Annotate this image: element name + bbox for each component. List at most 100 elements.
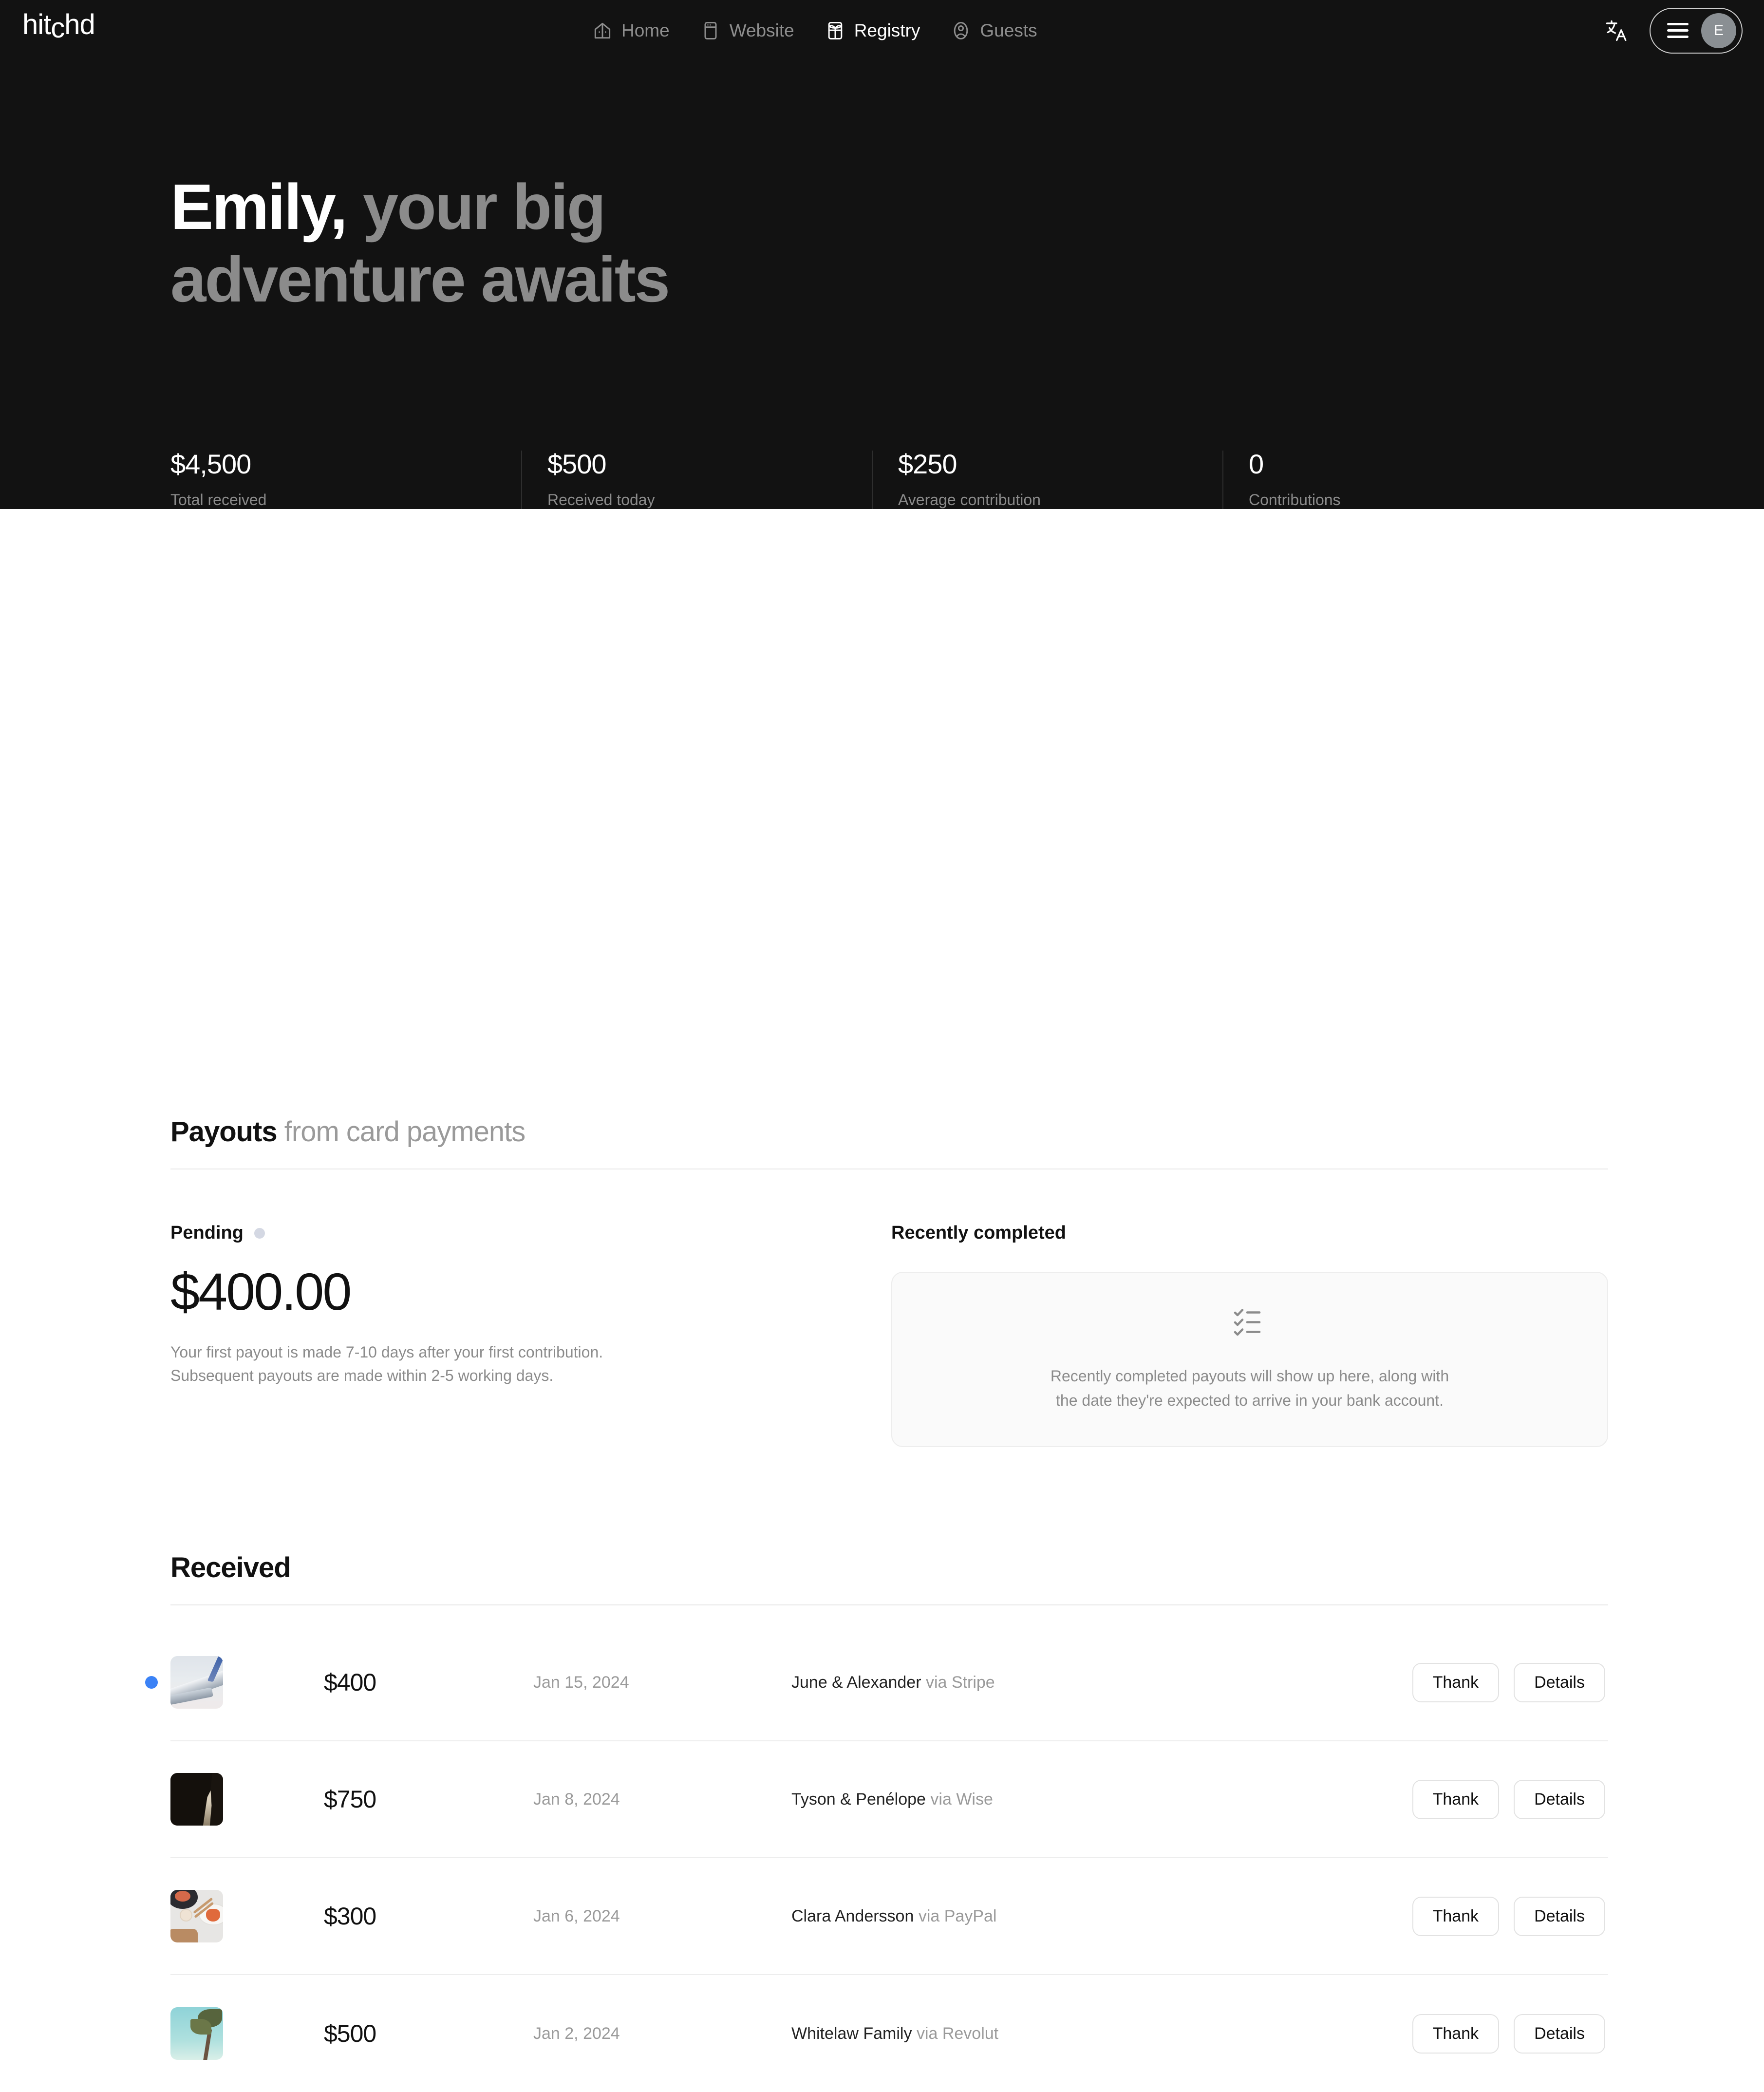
- palm-beach-photo: [170, 2007, 223, 2060]
- airplane-wing-photo: [170, 1656, 223, 1709]
- contributor-name: Whitelaw Family: [791, 2024, 912, 2043]
- thank-button[interactable]: Thank: [1412, 2014, 1500, 2054]
- stat-average-contribution: $250 Average contribution: [872, 451, 1222, 509]
- pending-note: Your first payout is made 7-10 days afte…: [170, 1340, 745, 1387]
- empty-text-line2: the date they're expected to arrive in y…: [1056, 1392, 1444, 1409]
- nav-label-website: Website: [729, 20, 794, 40]
- row-contributor: Tyson & Penélope via Wise: [791, 1790, 1412, 1809]
- account-menu-button[interactable]: E: [1650, 7, 1743, 54]
- stat-total-received: $4,500 Total received: [170, 451, 521, 509]
- hamburger-icon: [1667, 23, 1689, 38]
- top-header: hit c hd Home Website Registry Guests E: [0, 0, 1764, 61]
- browser-window-icon: [700, 20, 721, 41]
- payouts-title-muted: from card payments: [284, 1116, 526, 1148]
- thank-button[interactable]: Thank: [1412, 1779, 1500, 1819]
- contributor-method: via PayPal: [918, 1906, 997, 1925]
- contributor-method: via Stripe: [925, 1673, 995, 1692]
- status-badge: [254, 1227, 265, 1239]
- payouts-title-strong: Payouts: [170, 1116, 278, 1148]
- row-date: Jan 6, 2024: [533, 1906, 620, 1925]
- completed-payout-column: Recently completed Recently completed pa…: [891, 1223, 1608, 1447]
- hero-greeting-name: Emily,: [170, 171, 348, 243]
- row-date: Jan 2, 2024: [533, 2024, 620, 2043]
- hero-section: Emily, your big adventure awaits $4,500 …: [0, 61, 1764, 509]
- nav-item-home[interactable]: Home: [592, 20, 670, 41]
- table-row[interactable]: $750 Jan 8, 2024 Tyson & Penélope via Wi…: [170, 1741, 1608, 1858]
- contributor-method: via Revolut: [916, 2024, 999, 2043]
- row-contributor: Whitelaw Family via Revolut: [791, 2024, 1412, 2043]
- contributor-name: Tyson & Penélope: [791, 1790, 926, 1809]
- nav-label-home: Home: [621, 20, 670, 40]
- stat-label: Received today: [547, 491, 655, 509]
- row-amount: $400: [324, 1669, 376, 1696]
- row-amount: $750: [324, 1786, 376, 1813]
- completed-empty-state: Recently completed payouts will show up …: [891, 1272, 1608, 1447]
- page-title: Emily, your big adventure awaits: [170, 170, 901, 316]
- thank-button[interactable]: Thank: [1412, 1896, 1500, 1936]
- main-navigation: Home Website Registry Guests: [592, 0, 1037, 61]
- gift-icon: [825, 20, 846, 41]
- contributor-name: June & Alexander: [791, 1673, 921, 1692]
- empty-text-line1: Recently completed payouts will show up …: [1050, 1367, 1449, 1385]
- row-actions: Thank Details: [1412, 2014, 1605, 2054]
- stat-value: $250: [898, 449, 957, 479]
- received-section-header: Received: [170, 1551, 1608, 1605]
- pending-note-line2: Subsequent payouts are made within 2-5 w…: [170, 1367, 554, 1384]
- row-date: Jan 15, 2024: [533, 1673, 629, 1692]
- house-icon: [592, 20, 613, 41]
- completed-label: Recently completed: [891, 1223, 1066, 1243]
- details-button[interactable]: Details: [1514, 1662, 1605, 1702]
- contributor-method: via Wise: [930, 1790, 993, 1809]
- nav-item-guests[interactable]: Guests: [950, 20, 1037, 41]
- section-divider: [170, 1604, 1608, 1605]
- contributor-name: Clara Andersson: [791, 1906, 914, 1925]
- cave-opening-photo: [170, 1773, 223, 1826]
- logo-text-part1: hit: [22, 9, 51, 40]
- details-button[interactable]: Details: [1514, 1896, 1605, 1936]
- stat-value: 0: [1249, 449, 1264, 479]
- person-circle-icon: [950, 20, 972, 41]
- pending-note-line1: Your first payout is made 7-10 days afte…: [170, 1343, 603, 1361]
- translate-icon[interactable]: [1604, 18, 1629, 43]
- details-button[interactable]: Details: [1514, 1779, 1605, 1819]
- stat-label: Total received: [170, 491, 267, 509]
- logo-text-c: c: [51, 12, 65, 44]
- details-button[interactable]: Details: [1514, 2014, 1605, 2054]
- avatar: E: [1701, 13, 1736, 48]
- table-row[interactable]: $300 Jan 6, 2024 Clara Andersson via Pay…: [170, 1858, 1608, 1975]
- received-list: $400 Jan 15, 2024 June & Alexander via S…: [145, 1624, 1608, 2092]
- nav-item-registry[interactable]: Registry: [825, 20, 920, 41]
- row-actions: Thank Details: [1412, 1896, 1605, 1936]
- stat-value: $4,500: [170, 449, 251, 479]
- stat-label: Contributions: [1249, 491, 1341, 509]
- payouts-section-header: Payouts from card payments: [170, 1115, 1608, 1169]
- payouts-columns: Pending $400.00 Your first payout is mad…: [170, 1223, 1608, 1447]
- row-actions: Thank Details: [1412, 1662, 1605, 1702]
- thank-button[interactable]: Thank: [1412, 1662, 1500, 1702]
- table-row[interactable]: $400 Jan 15, 2024 June & Alexander via S…: [145, 1624, 1608, 1741]
- stat-contributions: 0 Contributions: [1222, 451, 1573, 509]
- checklist-icon: [1233, 1306, 1267, 1336]
- stat-label: Average contribution: [898, 491, 1041, 509]
- row-amount: $300: [324, 1903, 376, 1930]
- completed-heading: Recently completed: [891, 1223, 1608, 1244]
- stat-received-today: $500 Received today: [521, 451, 872, 509]
- table-row[interactable]: $500 Jan 2, 2024 Whitelaw Family via Rev…: [170, 1975, 1608, 2092]
- pending-amount: $400.00: [170, 1262, 352, 1321]
- pending-payout-column: Pending $400.00 Your first payout is mad…: [170, 1223, 891, 1447]
- pending-label: Pending: [170, 1223, 244, 1243]
- completed-empty-text: Recently completed payouts will show up …: [1051, 1364, 1449, 1413]
- nav-item-website[interactable]: Website: [700, 20, 794, 41]
- row-contributor: Clara Andersson via PayPal: [791, 1907, 1412, 1926]
- row-actions: Thank Details: [1412, 1779, 1605, 1819]
- payouts-title: Payouts from card payments: [170, 1115, 1608, 1148]
- stat-value: $500: [547, 449, 607, 479]
- hero-stats: $4,500 Total received $500 Received toda…: [170, 451, 1573, 509]
- received-title: Received: [170, 1552, 291, 1583]
- header-actions: E: [1604, 0, 1743, 61]
- seafood-table-photo: [170, 1890, 223, 1942]
- brand-logo[interactable]: hit c hd: [22, 9, 95, 44]
- row-date: Jan 8, 2024: [533, 1790, 620, 1809]
- nav-label-registry: Registry: [854, 20, 920, 40]
- pending-heading: Pending: [170, 1223, 891, 1244]
